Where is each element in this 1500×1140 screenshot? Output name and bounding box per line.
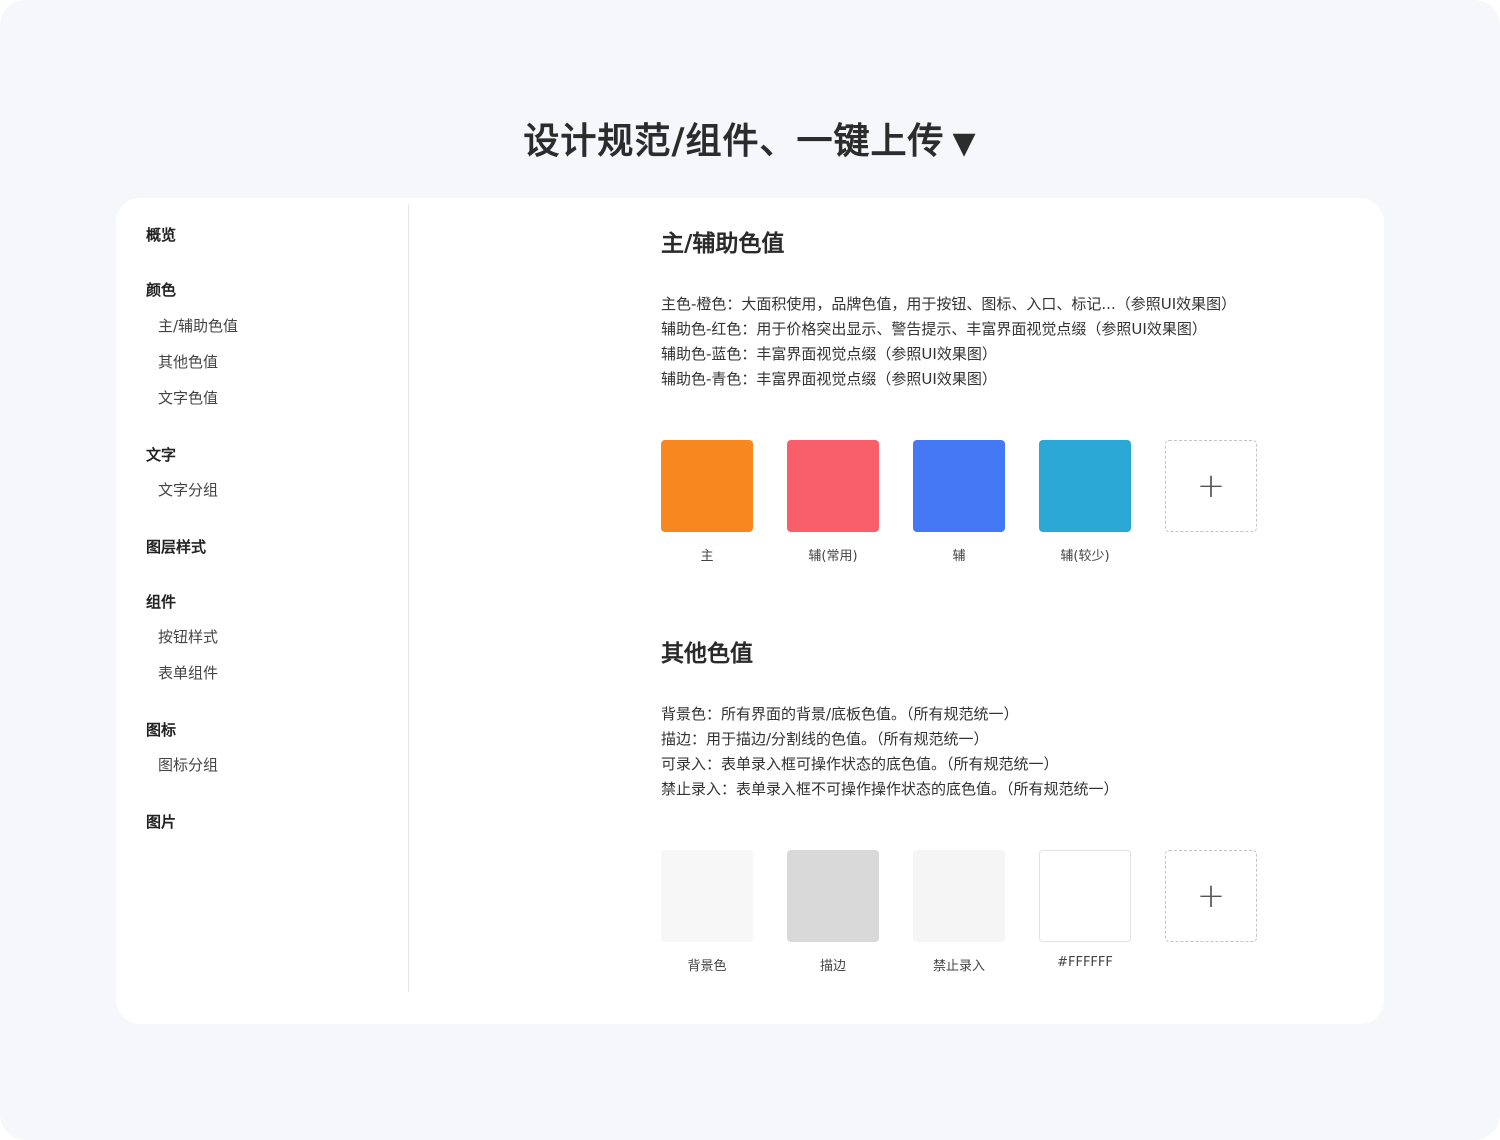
color-swatch-secondary-blue[interactable] bbox=[913, 440, 1005, 532]
nav-item-other-colors[interactable]: 其他色值 bbox=[158, 351, 218, 372]
section-title-primary-colors: 主/辅助色值 bbox=[661, 231, 785, 257]
add-color-button[interactable]: + bbox=[1165, 850, 1257, 942]
nav-item-text[interactable]: 文字 bbox=[146, 444, 176, 465]
nav-item-layer-styles[interactable]: 图层样式 bbox=[146, 536, 206, 557]
nav-item-icons[interactable]: 图标 bbox=[146, 719, 176, 740]
swatch-label: 背景色 bbox=[687, 959, 727, 974]
nav-item-button-styles[interactable]: 按钮样式 bbox=[158, 626, 218, 647]
nav-item-icon-groups[interactable]: 图标分组 bbox=[158, 754, 218, 775]
nav-item-text-colors[interactable]: 文字色值 bbox=[158, 387, 218, 408]
description-line: 禁止录入：表单录入框不可操作操作状态的底色值。（所有规范统一） bbox=[661, 780, 1119, 798]
swatch-label: 禁止录入 bbox=[932, 959, 985, 974]
description-line: 可录入：表单录入框可操作状态的底色值。（所有规范统一） bbox=[661, 755, 1059, 773]
section-title-other-colors: 其他色值 bbox=[661, 641, 753, 667]
nav-item-images[interactable]: 图片 bbox=[146, 811, 176, 832]
color-swatch-background[interactable] bbox=[661, 850, 753, 942]
nav-item-color[interactable]: 颜色 bbox=[146, 279, 176, 300]
nav-item-overview[interactable]: 概览 bbox=[146, 224, 176, 245]
color-swatch-stroke[interactable] bbox=[787, 850, 879, 942]
color-swatch-secondary-cyan[interactable] bbox=[1039, 440, 1131, 532]
description-line: 辅助色-红色：用于价格突出显示、警告提示、丰富界面视觉点缀（参照UI效果图） bbox=[661, 320, 1207, 338]
description-line: 背景色：所有界面的背景/底板色值。（所有规范统一） bbox=[661, 705, 1019, 723]
page-title: 设计规范/组件、一键上传 ▼ bbox=[0, 112, 1500, 164]
dropdown-triangle-icon[interactable]: ▼ bbox=[953, 126, 977, 161]
page-title-text: 设计规范/组件、一键上传 bbox=[523, 121, 945, 162]
nav-item-primary-secondary-colors[interactable]: 主/辅助色值 bbox=[158, 315, 238, 336]
color-swatch-secondary-red[interactable] bbox=[787, 440, 879, 532]
swatch-label: 辅(较少) bbox=[1060, 549, 1110, 564]
description-line: 描边：用于描边/分割线的色值。（所有规范统一） bbox=[661, 730, 989, 748]
plus-icon: + bbox=[1196, 876, 1226, 916]
swatch-label: 主 bbox=[700, 549, 714, 564]
section-description: 背景色：所有界面的背景/底板色值。（所有规范统一） 描边：用于描边/分割线的色值… bbox=[661, 702, 1119, 802]
nav-item-text-groups[interactable]: 文字分组 bbox=[158, 479, 218, 500]
plus-icon: + bbox=[1196, 466, 1226, 506]
color-swatch-white[interactable] bbox=[1039, 850, 1131, 942]
swatch-label: 辅(常用) bbox=[808, 549, 858, 564]
swatch-label: 辅 bbox=[952, 549, 966, 564]
description-line: 主色-橙色：大面积使用，品牌色值，用于按钮、图标、入口、标记...（参照UI效果… bbox=[661, 295, 1237, 313]
swatch-label: #FFFFFF bbox=[1057, 955, 1113, 970]
nav-item-form-components[interactable]: 表单组件 bbox=[158, 662, 218, 683]
color-swatch-disabled-input[interactable] bbox=[913, 850, 1005, 942]
description-line: 辅助色-蓝色：丰富界面视觉点缀（参照UI效果图） bbox=[661, 345, 997, 363]
sidebar-divider bbox=[408, 204, 409, 992]
color-swatch-primary-orange[interactable] bbox=[661, 440, 753, 532]
add-color-button[interactable]: + bbox=[1165, 440, 1257, 532]
description-line: 辅助色-青色：丰富界面视觉点缀（参照UI效果图） bbox=[661, 370, 997, 388]
section-description: 主色-橙色：大面积使用，品牌色值，用于按钮、图标、入口、标记...（参照UI效果… bbox=[661, 292, 1236, 392]
nav-item-components[interactable]: 组件 bbox=[146, 591, 176, 612]
swatch-label: 描边 bbox=[819, 959, 846, 974]
